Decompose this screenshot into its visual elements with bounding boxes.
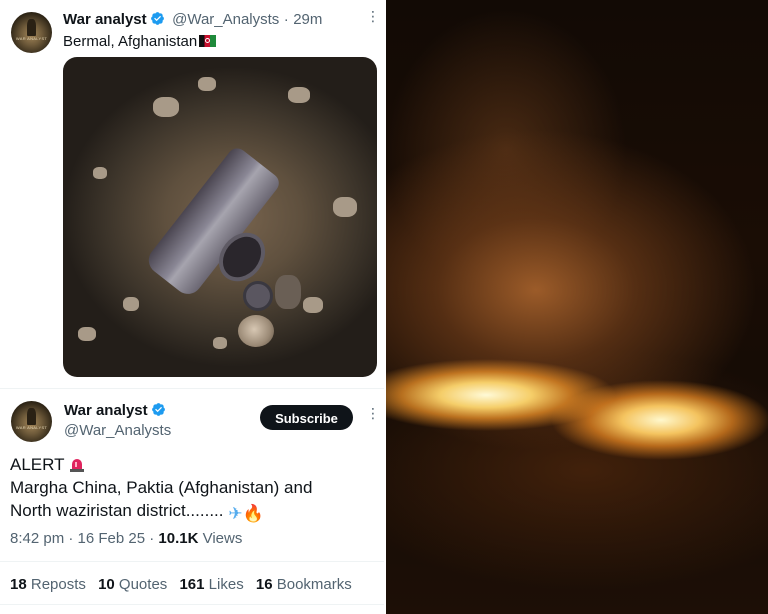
tweet-text: Bermal, Afghanistan (63, 33, 217, 50)
alert-text: ALERT (10, 455, 65, 474)
fire-icon: 🔥 (242, 504, 264, 523)
divider (0, 604, 384, 605)
afghanistan-flag-icon (199, 35, 217, 47)
more-options-icon[interactable]: ⋮ (366, 9, 380, 23)
author-name[interactable]: War analyst (64, 402, 148, 419)
subscribe-button[interactable]: Subscribe (260, 405, 353, 430)
author-name[interactable]: War analyst (63, 11, 147, 28)
tweet-divider (0, 388, 384, 389)
verified-badge-icon (151, 403, 165, 416)
likes-stat[interactable]: 161 Likes (179, 576, 243, 593)
tweet-photo[interactable] (63, 57, 377, 377)
tweet-header: War analyst @War_Analysts · 29m (63, 11, 322, 29)
post-timestamp[interactable]: 8:42 pm · 16 Feb 25 · (10, 530, 158, 547)
fire-photo (386, 0, 768, 614)
separator: · (283, 11, 289, 28)
author-handle[interactable]: @War_Analysts (64, 422, 171, 439)
tweet-body: ALERT Margha China, Paktia (Afghanistan)… (10, 453, 380, 525)
verified-badge-icon (150, 12, 164, 25)
location-text: Bermal, Afghanistan (63, 33, 198, 50)
tweet-body-line: North waziristan district........ (10, 501, 224, 520)
post-time[interactable]: 29m (293, 11, 322, 28)
siren-icon (69, 459, 84, 472)
tweet-panel: WAR ANALYST War analyst @War_Analysts · … (0, 0, 384, 614)
reposts-stat[interactable]: 18 Reposts (10, 576, 86, 593)
engagement-stats: 18 Reposts 10 Quotes 161 Likes 16 Bookma… (10, 576, 360, 593)
views-count: 10.1K (158, 530, 199, 547)
quotes-stat[interactable]: 10 Quotes (98, 576, 167, 593)
airplane-icon: ✈ (228, 504, 243, 523)
tweet-meta: 8:42 pm · 16 Feb 25 · 10.1K Views (10, 530, 242, 547)
tweet-header: War analyst (64, 402, 166, 420)
avatar[interactable]: WAR ANALYST (11, 12, 52, 53)
author-handle[interactable]: @War_Analysts (172, 11, 279, 28)
views-label: Views (198, 530, 243, 547)
bookmarks-stat[interactable]: 16 Bookmarks (256, 576, 352, 593)
tweet-body-line: Margha China, Paktia (Afghanistan) and (10, 478, 313, 497)
more-options-icon[interactable]: ⋮ (366, 406, 380, 420)
avatar[interactable]: WAR ANALYST (11, 401, 52, 442)
divider (0, 561, 384, 562)
